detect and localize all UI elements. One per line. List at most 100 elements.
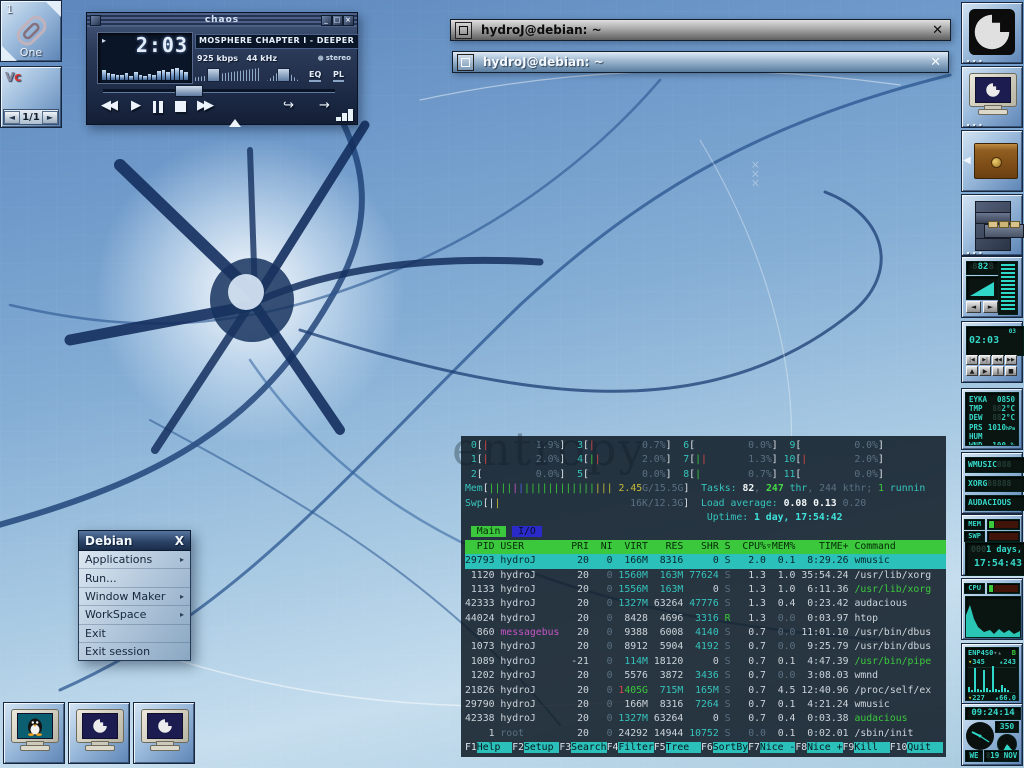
- dock-icon-wmaker[interactable]: ...: [961, 2, 1023, 64]
- menu-close-icon[interactable]: X: [175, 534, 184, 548]
- menu-titlebar[interactable]: Debian X: [78, 530, 191, 551]
- fkey-label[interactable]: Filter: [618, 742, 653, 753]
- dock-clock[interactable]: 09:24:14 350 WE 819 NOV: [961, 703, 1023, 766]
- htop-terminal-window[interactable]: 0[| 1.9%] 3[| 0.7%] 6[ 0.0%] 9[ 0.0%] 1[…: [461, 436, 946, 757]
- process-row[interactable]: 21826 hydroJ 20 0 1405G 715M 165M S 0.7 …: [465, 684, 946, 698]
- fkey-label[interactable]: Search: [571, 742, 606, 753]
- fkey-label[interactable]: SortBy: [713, 742, 748, 753]
- play-button[interactable]: ▶: [131, 98, 138, 113]
- process-row[interactable]: 44024 hydroJ 20 0 8428 4696 3316 R 1.3 0…: [465, 612, 946, 626]
- mixer-next-button[interactable]: ►: [983, 301, 998, 313]
- wmusic-pause-button[interactable]: ∥: [992, 366, 1004, 376]
- shuffle-button[interactable]: ↪: [283, 98, 294, 113]
- fkey-F2[interactable]: F2: [512, 742, 524, 753]
- tab-io[interactable]: I/O: [512, 526, 542, 537]
- fkey-label[interactable]: Nice +: [807, 742, 842, 753]
- wmusic-prev-button[interactable]: |◀: [966, 355, 978, 365]
- pager-prev-button[interactable]: ◄: [4, 111, 20, 124]
- fkey-F7[interactable]: F7: [748, 742, 760, 753]
- close-icon[interactable]: ✕: [932, 23, 943, 38]
- process-row[interactable]: 42338 hydroJ 20 0 1327M 63264 0 S 0.7 0.…: [465, 712, 946, 726]
- dock-weather[interactable]: EYKA 0850 TMP 882°C DEW 882°C PRS 1010hP…: [961, 388, 1023, 450]
- dock-wmtop[interactable]: WMUSIC888 XORG88888 AUDACIOUS: [961, 452, 1023, 514]
- fkey-F4[interactable]: F4: [607, 742, 619, 753]
- workspace-clip[interactable]: 1 One: [0, 0, 62, 62]
- player-shade-button[interactable]: □: [332, 15, 343, 26]
- seek-handle[interactable]: [175, 85, 203, 97]
- miniwindow-terminal-1[interactable]: [68, 702, 130, 764]
- wmusic-next-button[interactable]: ▶|: [979, 355, 991, 365]
- wmusic-forward-button[interactable]: ▶▶: [1005, 355, 1017, 365]
- process-row[interactable]: 1 root 20 0 24292 14944 10752 S 0.0 0.1 …: [465, 727, 946, 741]
- wmusic-stop-button[interactable]: ■: [1005, 366, 1017, 376]
- menu-item-workspace[interactable]: WorkSpace▸: [79, 606, 190, 624]
- menu-item-exit-session[interactable]: Exit session: [79, 643, 190, 660]
- process-row[interactable]: 29793 hydroJ 20 0 166M 8316 0 S 2.0 0.1 …: [465, 554, 946, 568]
- seek-bar[interactable]: [103, 89, 335, 93]
- mixer-prev-button[interactable]: ◄: [966, 301, 981, 313]
- pager-tile[interactable]: Vc ◄ 1/1 ►: [0, 66, 62, 128]
- process-row[interactable]: 1120 hydroJ 20 0 1560M 163M 77624 S 1.3 …: [465, 569, 946, 583]
- previous-button[interactable]: ◀◀: [101, 98, 115, 113]
- fkey-F6[interactable]: F6: [701, 742, 713, 753]
- process-row[interactable]: 860 messagebus 20 0 9388 6008 4140 S 0.7…: [465, 626, 946, 640]
- player-minimize-button[interactable]: _: [321, 15, 332, 26]
- terminal-window-2[interactable]: hydroJ@debian: ~ ✕: [452, 51, 949, 73]
- eject-button[interactable]: [229, 100, 241, 119]
- volume-slider[interactable]: [195, 68, 259, 81]
- wmusic-eject-button[interactable]: ▲: [966, 366, 978, 376]
- miniwindow-console[interactable]: [3, 702, 65, 764]
- volume-handle[interactable]: [207, 68, 220, 82]
- miniaturize-button[interactable]: [457, 54, 474, 71]
- process-row[interactable]: 1089 hydroJ -21 0 114M 18120 0 S 0.7 0.1…: [465, 655, 946, 669]
- fkey-F8[interactable]: F8: [795, 742, 807, 753]
- dock-icon-drawer[interactable]: ◀: [961, 130, 1023, 192]
- player-menu-button[interactable]: [90, 15, 101, 26]
- mixer-volume-ramp[interactable]: [966, 276, 1000, 300]
- pager-next-button[interactable]: ►: [42, 111, 58, 124]
- fkey-F3[interactable]: F3: [559, 742, 571, 753]
- fkey-label[interactable]: Tree: [666, 742, 701, 753]
- fkey-label[interactable]: Nice -: [760, 742, 795, 753]
- balance-handle[interactable]: [277, 68, 290, 82]
- fkey-label[interactable]: Help: [477, 742, 512, 753]
- menu-item-window-maker[interactable]: Window Maker▸: [79, 588, 190, 606]
- tab-main[interactable]: Main: [471, 526, 506, 537]
- dock-wmusic[interactable]: 02:03 03 8BLUE8 ↻ |◀ ▶| ◀◀ ▶▶ ▲ ▶ ∥ ■: [961, 321, 1023, 383]
- wmusic-play-button[interactable]: ▶: [979, 366, 991, 376]
- dock-memmon[interactable]: MEM SWP 0001 days, 17:54:43: [961, 514, 1023, 576]
- fkey-F1[interactable]: F1: [465, 742, 477, 753]
- close-icon[interactable]: ✕: [930, 55, 941, 70]
- terminal-window-1[interactable]: hydroJ@debian: ~ ✕: [450, 19, 951, 41]
- player-titlebar[interactable]: chaos _ □ ×: [87, 13, 357, 27]
- dock-cpumon[interactable]: CPU: [961, 578, 1023, 640]
- stop-button[interactable]: [175, 101, 186, 112]
- miniaturize-button[interactable]: [455, 22, 472, 39]
- menu-item-applications[interactable]: Applications▸: [79, 551, 190, 569]
- pause-button[interactable]: [153, 101, 163, 113]
- resize-grip-icon[interactable]: [336, 109, 353, 121]
- wmusic-rewind-button[interactable]: ◀◀: [992, 355, 1004, 365]
- process-row[interactable]: 1133 hydroJ 20 0 1556M 163M 0 S 1.3 1.0 …: [465, 583, 946, 597]
- player-close-button[interactable]: ×: [343, 15, 354, 26]
- fkey-F5[interactable]: F5: [654, 742, 666, 753]
- fkey-label[interactable]: Setup: [524, 742, 559, 753]
- next-button[interactable]: ▶▶: [197, 98, 211, 113]
- equalizer-button[interactable]: EQ: [309, 70, 321, 82]
- drawer-arrow-icon[interactable]: ◀: [963, 155, 971, 166]
- fkey-label[interactable]: Quit: [907, 742, 942, 753]
- repeat-button[interactable]: →: [319, 98, 330, 113]
- fkey-F9[interactable]: F9: [843, 742, 855, 753]
- dock-icon-terminal[interactable]: ...: [961, 66, 1023, 128]
- menu-item-exit[interactable]: Exit: [79, 625, 190, 643]
- process-row[interactable]: 1073 hydroJ 20 0 8912 5904 4192 S 0.7 0.…: [465, 640, 946, 654]
- playlist-button[interactable]: PL: [333, 70, 344, 82]
- fkey-label[interactable]: Kill: [854, 742, 889, 753]
- menu-item-run[interactable]: Run...: [79, 569, 190, 587]
- process-row[interactable]: 42333 hydroJ 20 0 1327M 63264 47776 S 1.…: [465, 597, 946, 611]
- track-title-marquee[interactable]: MOSPHERE CHAPTER I - DEEPER DRL: [195, 34, 359, 49]
- miniwindow-terminal-2[interactable]: [133, 702, 195, 764]
- dock-netmon[interactable]: ENP4S0▾▴B ▾345 ▴243 ▾227 ▴66.0: [961, 643, 1023, 705]
- process-row[interactable]: 29790 hydroJ 20 0 166M 8316 7264 S 0.7 0…: [465, 698, 946, 712]
- process-row[interactable]: 1202 hydroJ 20 0 5576 3872 3436 S 0.7 0.…: [465, 669, 946, 683]
